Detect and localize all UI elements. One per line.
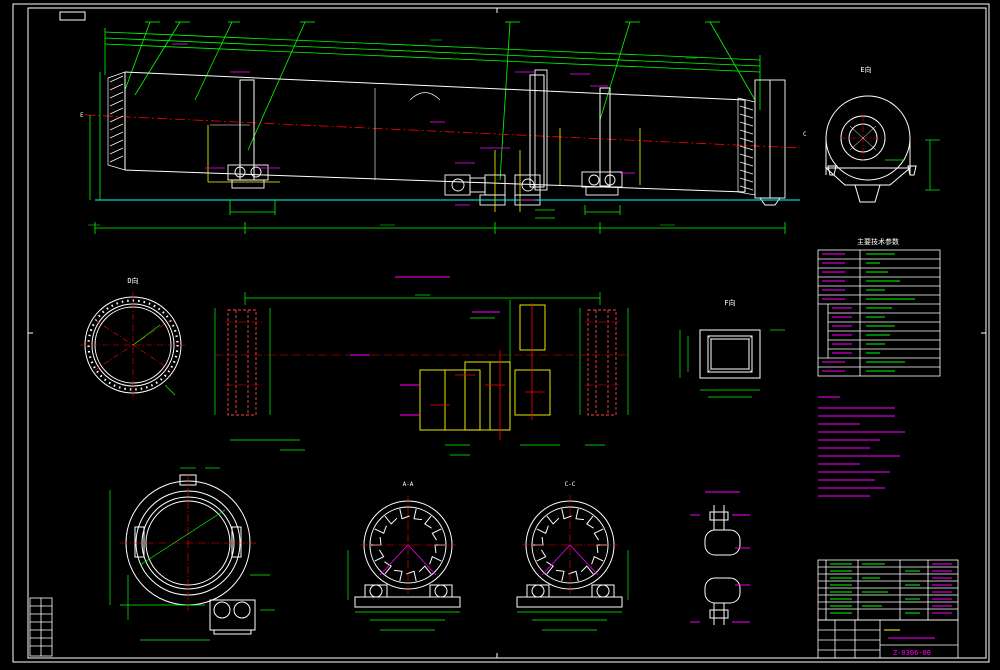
- lifting-flight: [429, 556, 442, 565]
- cad-drawing-canvas: E向 E C 主要技术参数 D向 F向 A-A C-C Z-0306-00: [0, 0, 1000, 666]
- main-elevation-view: [84, 21, 801, 234]
- drawing-number: Z-0306-00: [893, 649, 931, 657]
- lifting-flight: [596, 544, 607, 554]
- section-cc-label: C-C: [565, 481, 576, 488]
- drum-arc-mark: [409, 92, 441, 101]
- lifting-flight: [371, 536, 382, 546]
- params-table-title: 主要技术参数: [857, 237, 899, 246]
- lifting-flight: [533, 536, 544, 546]
- lifting-flight: [536, 549, 547, 562]
- section-cc-view: C-C: [516, 481, 629, 631]
- lifting-flight: [374, 525, 387, 534]
- lifting-flight: [424, 515, 432, 529]
- d-view-label: D向: [127, 276, 138, 285]
- lifting-flight: [413, 508, 423, 521]
- f-view: F向: [679, 298, 785, 398]
- bill-of-materials: [817, 559, 959, 621]
- f-view-label: F向: [724, 298, 735, 307]
- end-section-view: [109, 467, 275, 641]
- discharge-head-hatched: [737, 97, 756, 196]
- outlet-hood: [754, 79, 786, 206]
- lifting-flight: [593, 528, 604, 541]
- girth-gear: [534, 69, 548, 191]
- technical-parameters-table: 主要技术参数: [817, 237, 941, 377]
- lifting-flight: [546, 515, 560, 525]
- bottom-dimension-chain: [89, 72, 786, 234]
- lifting-flight: [374, 549, 385, 562]
- part-leader-lines: [124, 21, 756, 181]
- inner-hidden-lines: [207, 125, 641, 212]
- lifting-flight: [575, 508, 585, 521]
- support-frame-plan: [214, 276, 630, 456]
- e-view: E向: [824, 65, 940, 203]
- annotation-marks: [172, 43, 635, 206]
- lifting-flight: [393, 569, 403, 582]
- drawing-frame: [12, 3, 990, 663]
- e-view-label: E向: [860, 65, 871, 74]
- d-view: D向: [80, 276, 186, 398]
- revision-block: [29, 597, 53, 657]
- dimension-text-marks: [88, 39, 697, 226]
- lifting-flight: [384, 515, 398, 525]
- internal-lines: [210, 88, 376, 180]
- section-marker-c-right: C: [803, 131, 807, 138]
- drum-axis-centerline: [84, 114, 801, 149]
- overall-dimension-lines: [104, 28, 761, 110]
- section-aa-label: A-A: [403, 481, 414, 488]
- lifting-flight: [586, 515, 594, 529]
- section-markers: E C: [80, 112, 807, 138]
- lubrication-detail: [690, 491, 750, 625]
- support-roller-stations: [227, 164, 623, 196]
- feed-head-hatched: [107, 71, 126, 171]
- lifting-flight: [434, 544, 445, 554]
- lifting-flight: [555, 569, 565, 582]
- section-aa-view: A-A: [347, 481, 461, 631]
- section-marker-e-left: E: [80, 112, 84, 119]
- title-block: Z-0306-00: [817, 619, 959, 659]
- drum-shell: [124, 71, 746, 193]
- lifting-flight: [431, 528, 442, 541]
- lifting-flight: [536, 525, 549, 534]
- lifting-flight: [591, 556, 604, 565]
- technical-requirements-notes: [818, 396, 905, 497]
- assembly-drawing: E向 E C 主要技术参数 D向 F向 A-A C-C Z-0306-00: [12, 3, 990, 663]
